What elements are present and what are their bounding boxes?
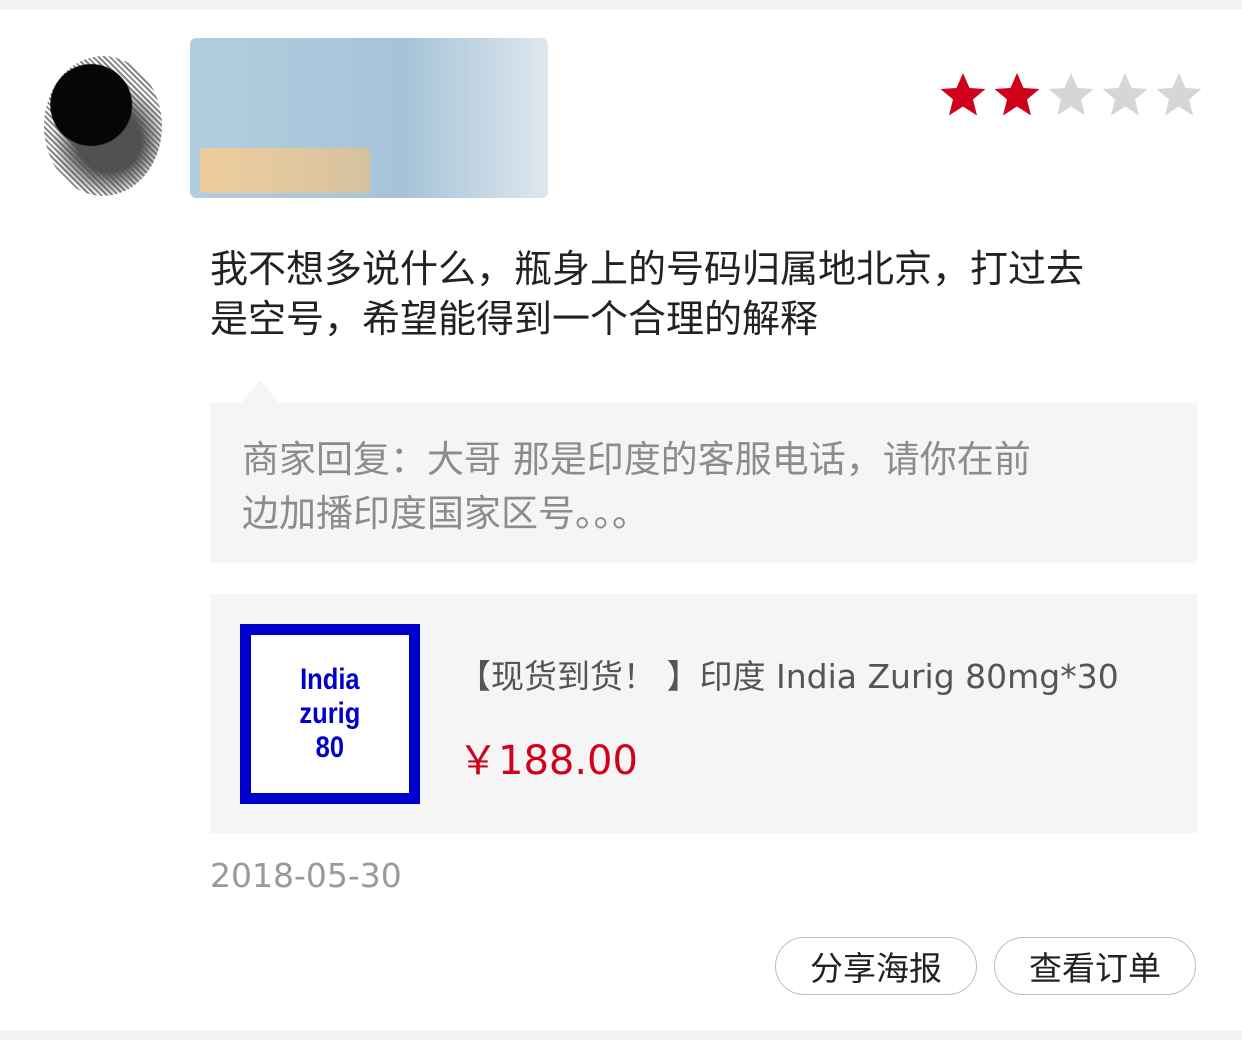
bottom-divider <box>0 1030 1242 1040</box>
username-redacted <box>190 38 548 198</box>
avatar[interactable] <box>44 56 162 196</box>
product-price: ￥188.00 <box>458 738 638 784</box>
view-order-button[interactable]: 查看订单 <box>994 937 1196 995</box>
star-empty-icon <box>1046 70 1096 120</box>
top-divider <box>0 0 1242 10</box>
merchant-reply: 商家回复：大哥 那是印度的客服电话，请你在前 边加播印度国家区号。。。 <box>210 403 1197 563</box>
star-filled-icon <box>938 70 988 120</box>
share-poster-button[interactable]: 分享海报 <box>775 937 977 995</box>
star-empty-icon <box>1100 70 1150 120</box>
review-date: 2018-05-30 <box>210 856 402 895</box>
merchant-reply-text: 商家回复：大哥 那是印度的客服电话，请你在前 边加播印度国家区号。。。 <box>242 438 1031 535</box>
product-thumbnail: India zurig 80 <box>240 624 420 804</box>
product-card[interactable]: India zurig 80 【现货到货！ 】印度 India Zurig 80… <box>210 594 1197 833</box>
star-empty-icon <box>1154 70 1204 120</box>
rating-stars <box>938 70 1204 120</box>
star-filled-icon <box>992 70 1042 120</box>
reply-pointer <box>240 380 280 404</box>
review-text: 我不想多说什么，瓶身上的号码归属地北京，打过去 是空号，希望能得到一个合理的解释 <box>210 247 1085 341</box>
product-thumbnail-text: India zurig 80 <box>299 663 361 764</box>
product-title: 【现货到货！ 】印度 India Zurig 80mg*30 <box>458 657 1119 696</box>
